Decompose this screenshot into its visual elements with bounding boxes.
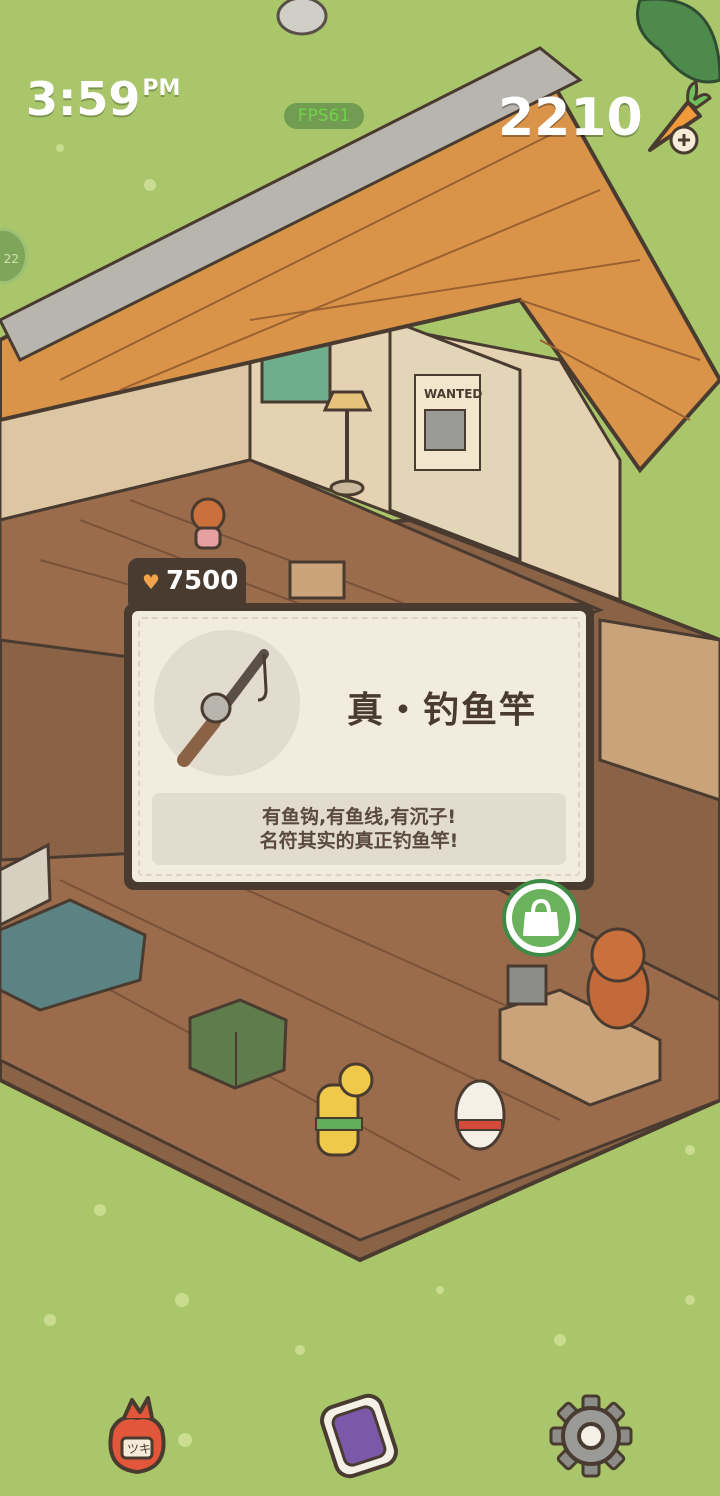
side-tab-badge: 22 [3, 252, 19, 266]
fps-counter: FPS61 [284, 103, 364, 129]
carrot-plus-icon[interactable] [636, 79, 712, 164]
carrot-price-icon: ♥ [142, 570, 160, 594]
description-line-1: 有鱼钩,有鱼线,有沉子! [261, 806, 457, 828]
phone-icon [320, 1393, 398, 1479]
item-description: 有鱼钩,有鱼线,有沉子! 名符其实的真正钓鱼竿! [152, 793, 566, 865]
gear-icon [549, 1394, 633, 1478]
carrot-count: 2210 [498, 88, 643, 148]
bag-label: ツキ [127, 1442, 151, 1456]
clock-ampm: PM [142, 76, 181, 101]
price-tag: ♥ 7500 [128, 558, 246, 604]
description-line-2: 名符其实的真正钓鱼竿! [259, 830, 459, 852]
bush [636, 0, 720, 84]
bag-icon: ツキ [108, 1396, 166, 1475]
item-info-card[interactable]: 真・钓鱼竿 有鱼钩,有鱼线,有沉子! 名符其实的真正钓鱼竿! [124, 603, 594, 890]
shop-button[interactable] [502, 879, 580, 957]
green-chest [188, 998, 288, 1090]
bag-button[interactable]: ツキ [92, 1390, 182, 1482]
fox-shopkeeper [586, 927, 650, 1030]
rock [276, 0, 328, 36]
fishing-rod-icon [177, 649, 269, 767]
price-value: 7500 [165, 566, 239, 596]
poster-title: WANTED [424, 387, 482, 401]
display-stand [288, 560, 346, 600]
item-image [154, 630, 300, 776]
item-name: 真・钓鱼竿 [346, 690, 537, 731]
clock: 3:59PM [26, 72, 180, 126]
small-fox [190, 497, 226, 550]
item-info-card-inner: 真・钓鱼竿 有鱼钩,有鱼线,有沉子! 名符其实的真正钓鱼竿! [132, 611, 586, 882]
phone-button[interactable] [314, 1390, 404, 1482]
settings-button[interactable] [546, 1390, 636, 1482]
bunny [454, 1079, 506, 1151]
shopping-bag-icon [512, 889, 570, 947]
clock-time: 3:59 [26, 72, 141, 126]
